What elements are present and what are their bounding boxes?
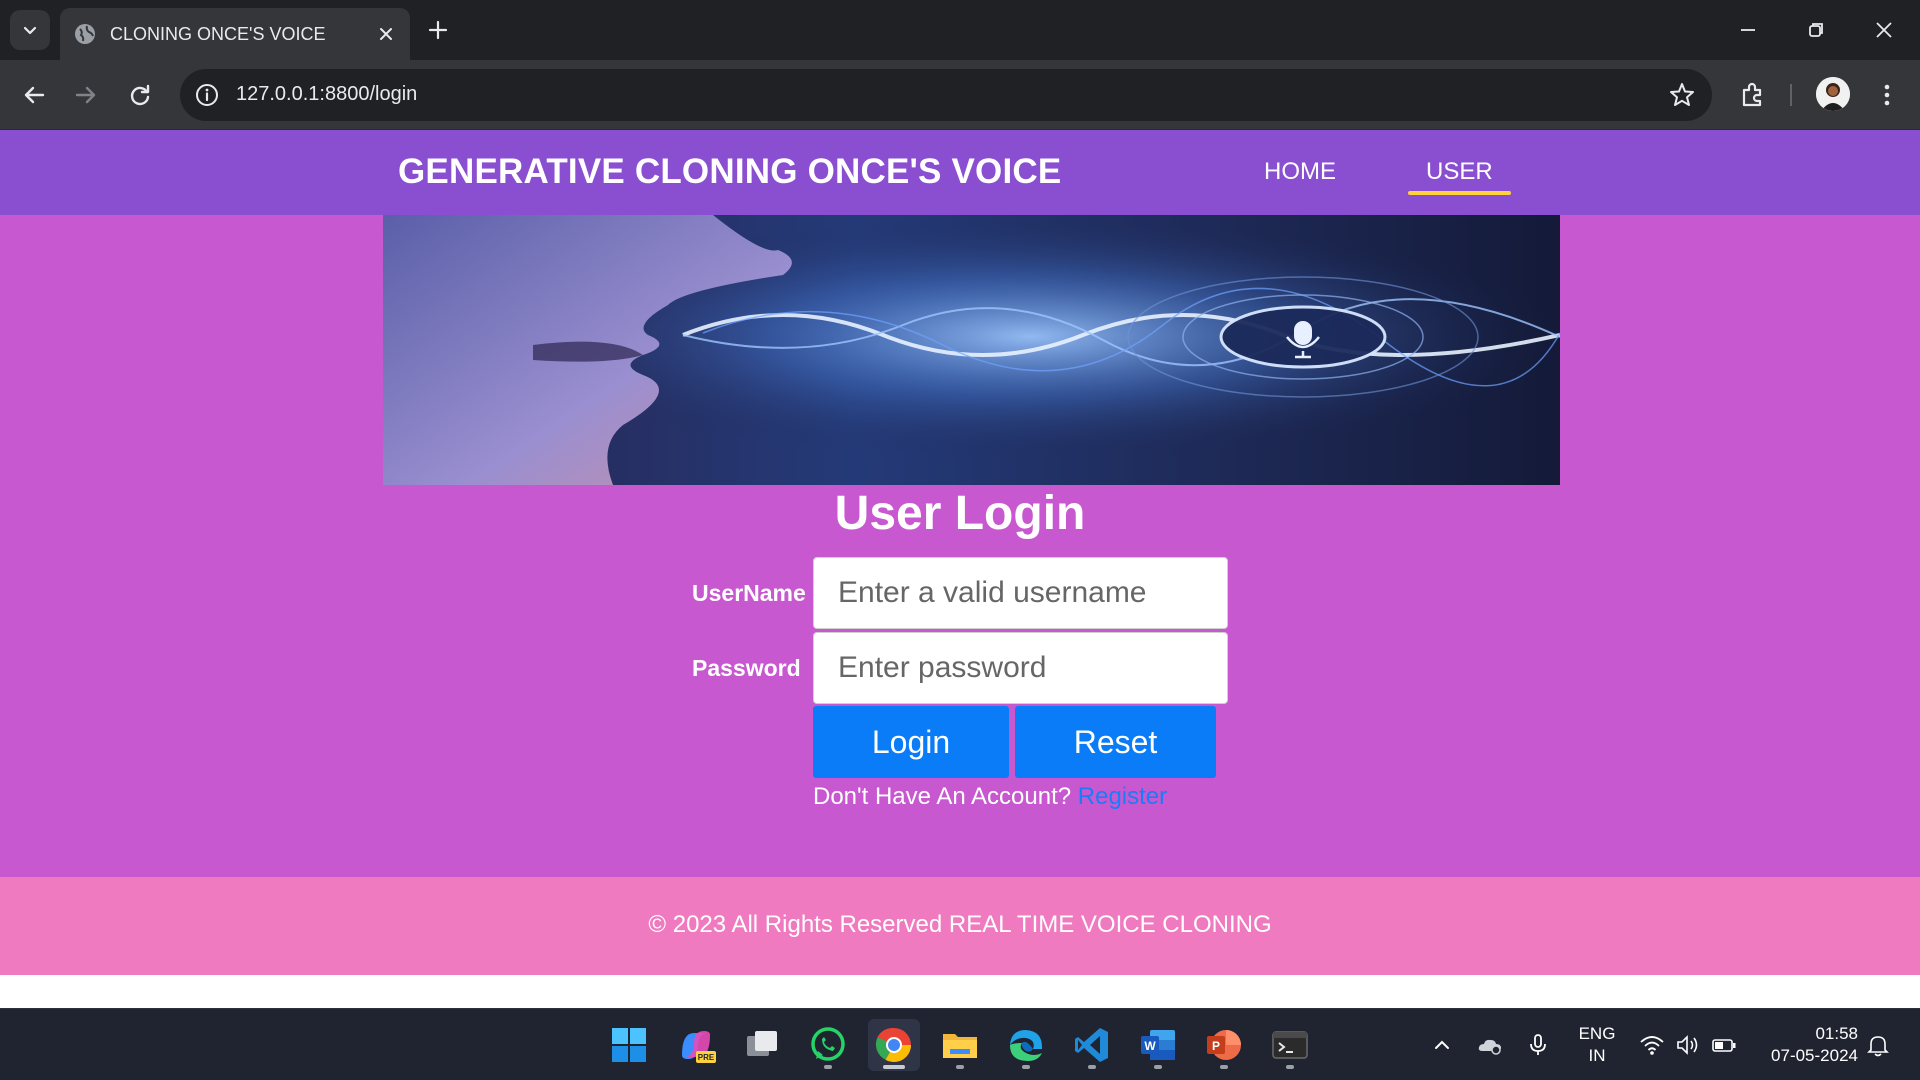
back-arrow-icon[interactable] bbox=[18, 79, 50, 111]
close-window-icon[interactable] bbox=[1868, 14, 1900, 46]
notification-bell-icon[interactable] bbox=[1864, 1031, 1892, 1059]
running-indicator bbox=[824, 1065, 832, 1069]
powerpoint-icon: P bbox=[1207, 1030, 1241, 1060]
running-indicator bbox=[883, 1065, 905, 1069]
web-page: GENERATIVE CLONING ONCE'S VOICE HOME USE… bbox=[0, 130, 1920, 1008]
edge-icon bbox=[1010, 1030, 1042, 1061]
browser-tab[interactable]: CLONING ONCE'S VOICE bbox=[60, 8, 410, 60]
terminal-icon bbox=[1272, 1031, 1308, 1059]
globe-icon bbox=[75, 24, 95, 44]
running-indicator bbox=[1022, 1065, 1030, 1069]
microphone-icon bbox=[1294, 321, 1312, 345]
minimize-icon[interactable] bbox=[1732, 14, 1764, 46]
new-tab-plus-icon[interactable] bbox=[424, 16, 452, 44]
reset-button[interactable]: Reset bbox=[1015, 706, 1216, 778]
no-account-text: Don't Have An Account? bbox=[813, 783, 1072, 810]
language-region: IN bbox=[1588, 1046, 1606, 1065]
password-input[interactable] bbox=[813, 632, 1228, 704]
clock-date: 07-05-2024 bbox=[1771, 1046, 1858, 1065]
username-input[interactable] bbox=[813, 557, 1228, 629]
language-code: ENG bbox=[1578, 1024, 1616, 1043]
file-explorer-icon bbox=[943, 1034, 977, 1058]
nav-home-link[interactable]: HOME bbox=[1264, 158, 1336, 186]
whatsapp-icon bbox=[811, 1027, 845, 1061]
chrome-app[interactable] bbox=[868, 1019, 920, 1071]
user-avatar-icon bbox=[1816, 77, 1850, 111]
register-prompt: Don't Have An Account? Register bbox=[813, 783, 1167, 811]
kebab-menu-icon[interactable] bbox=[1870, 78, 1904, 112]
footer-copyright: © 2023 All Rights Reserved REAL TIME VOI… bbox=[648, 911, 1272, 938]
bookmark-star-icon[interactable] bbox=[1668, 81, 1696, 109]
windows-taskbar: PRE W P ENG IN 01:58 07-05-2024 bbox=[0, 1008, 1920, 1080]
browser-tab-bar: CLONING ONCE'S VOICE bbox=[0, 0, 1920, 60]
reload-icon[interactable] bbox=[124, 79, 156, 111]
edge-app[interactable] bbox=[1000, 1019, 1052, 1071]
svg-text:W: W bbox=[1144, 1039, 1156, 1053]
vscode-app[interactable] bbox=[1066, 1019, 1118, 1071]
task-view-icon bbox=[747, 1031, 777, 1056]
onedrive-cloud-icon[interactable] bbox=[1476, 1031, 1504, 1059]
page-bottom-whitespace bbox=[0, 975, 1920, 1008]
vscode-icon bbox=[1075, 1028, 1108, 1062]
whatsapp-app[interactable] bbox=[802, 1019, 854, 1071]
clock-time: 01:58 bbox=[1815, 1024, 1858, 1043]
word-icon: W bbox=[1141, 1030, 1175, 1060]
login-button[interactable]: Login bbox=[813, 706, 1009, 778]
address-bar[interactable]: 127.0.0.1:8800/login bbox=[180, 69, 1712, 121]
site-footer: © 2023 All Rights Reserved REAL TIME VOI… bbox=[0, 877, 1920, 975]
voice-banner-image bbox=[383, 215, 1560, 485]
login-title: User Login bbox=[834, 487, 1086, 540]
running-indicator bbox=[1154, 1065, 1162, 1069]
chevron-down-icon bbox=[23, 26, 37, 35]
language-indicator[interactable]: ENG IN bbox=[1572, 1023, 1622, 1067]
browser-toolbar: 127.0.0.1:8800/login bbox=[0, 60, 1920, 130]
file-explorer-app[interactable] bbox=[934, 1019, 986, 1071]
toolbar-separator bbox=[1790, 84, 1792, 106]
extensions-puzzle-icon[interactable] bbox=[1736, 78, 1770, 112]
site-brand[interactable]: GENERATIVE CLONING ONCE'S VOICE bbox=[398, 152, 1061, 192]
word-app[interactable]: W bbox=[1132, 1019, 1184, 1071]
url-text: 127.0.0.1:8800/login bbox=[236, 83, 417, 106]
forward-arrow-icon[interactable] bbox=[70, 79, 102, 111]
battery-icon[interactable] bbox=[1710, 1031, 1738, 1059]
tab-title: CLONING ONCE'S VOICE bbox=[110, 23, 326, 44]
chrome-icon bbox=[875, 1027, 911, 1062]
voice-wave-illustration bbox=[383, 215, 1560, 485]
running-indicator bbox=[956, 1065, 964, 1069]
svg-text:P: P bbox=[1212, 1039, 1220, 1053]
url-host: 127.0.0.1 bbox=[236, 83, 320, 105]
close-icon[interactable] bbox=[376, 24, 396, 44]
volume-icon[interactable] bbox=[1674, 1031, 1702, 1059]
profile-avatar[interactable] bbox=[1816, 77, 1850, 111]
url-path: :8800/login bbox=[319, 83, 418, 105]
site-navbar: GENERATIVE CLONING ONCE'S VOICE HOME USE… bbox=[0, 130, 1920, 215]
start-icon bbox=[612, 1028, 646, 1062]
copilot-icon: PRE bbox=[682, 1031, 716, 1063]
nav-user-link[interactable]: USER bbox=[1408, 158, 1511, 195]
username-label: UserName bbox=[692, 580, 806, 606]
register-link[interactable]: Register bbox=[1078, 783, 1167, 810]
running-indicator bbox=[1088, 1065, 1096, 1069]
task-view-app[interactable] bbox=[736, 1019, 788, 1071]
wifi-icon[interactable] bbox=[1638, 1031, 1666, 1059]
password-label: Password bbox=[692, 655, 801, 681]
restore-icon[interactable] bbox=[1800, 14, 1832, 46]
chevron-up-icon[interactable] bbox=[1428, 1031, 1456, 1059]
microphone-icon[interactable] bbox=[1524, 1031, 1552, 1059]
copilot-pre-badge: PRE bbox=[698, 1053, 715, 1062]
copilot-app[interactable]: PRE bbox=[670, 1019, 722, 1071]
start-button[interactable] bbox=[603, 1019, 655, 1071]
site-info-icon[interactable] bbox=[194, 82, 220, 108]
terminal-app[interactable] bbox=[1264, 1019, 1316, 1071]
clock[interactable]: 01:58 07-05-2024 bbox=[1752, 1023, 1858, 1067]
tab-search-button[interactable] bbox=[10, 10, 50, 50]
running-indicator bbox=[1220, 1065, 1228, 1069]
powerpoint-app[interactable]: P bbox=[1198, 1019, 1250, 1071]
running-indicator bbox=[1286, 1065, 1294, 1069]
